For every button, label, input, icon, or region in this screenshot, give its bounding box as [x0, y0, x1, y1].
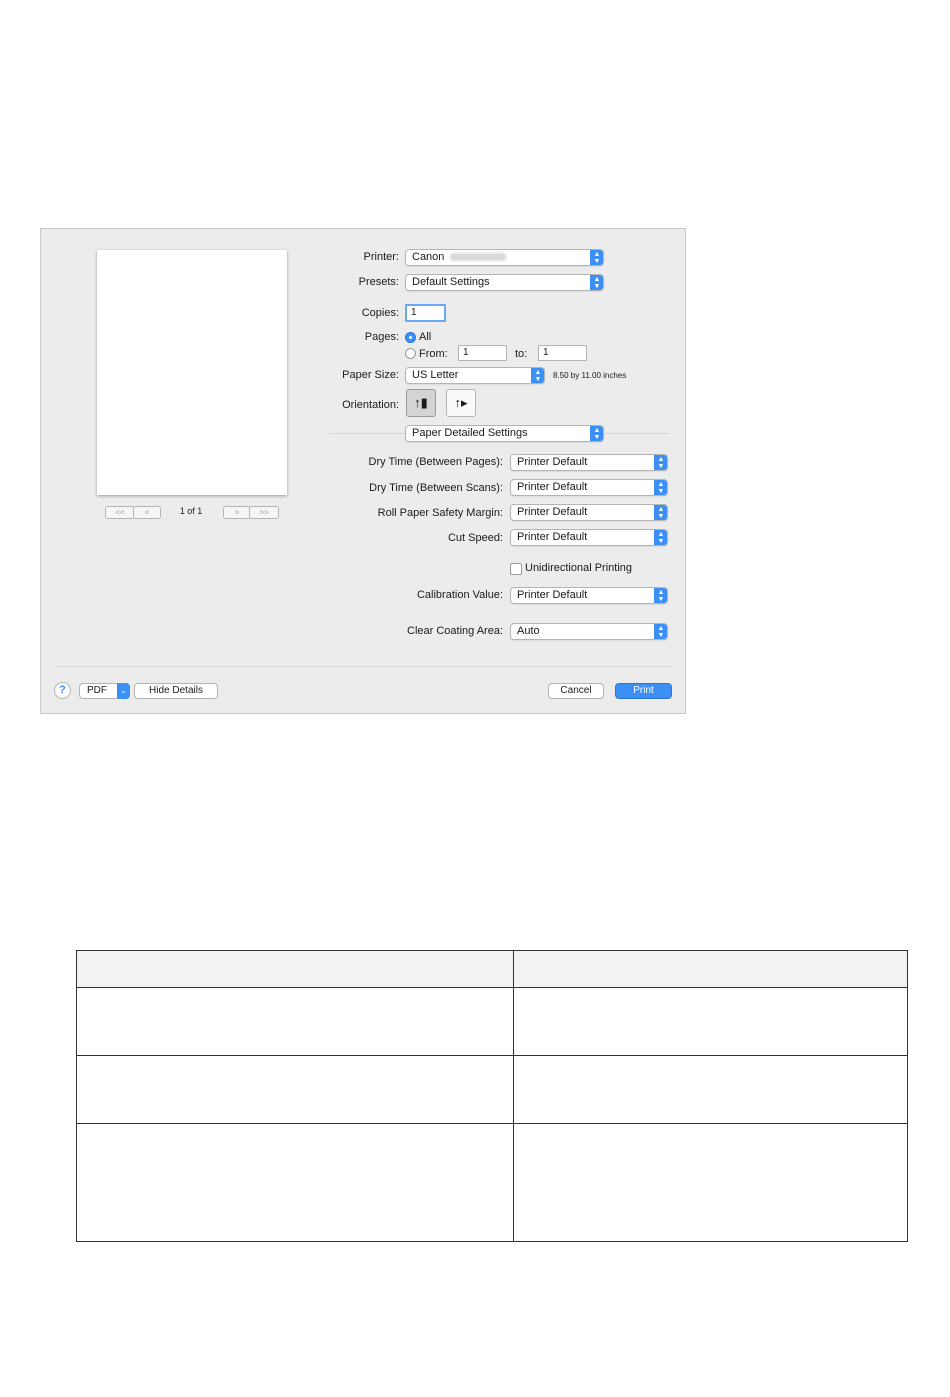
unidirectional-checkbox[interactable]	[510, 563, 522, 575]
table-row	[76, 1055, 908, 1124]
chevron-updown-icon: ▲ ▼	[654, 624, 667, 639]
first-page-button[interactable]: <<	[105, 506, 135, 519]
dry-time-scans-label: Dry Time (Between Scans):	[369, 482, 503, 494]
chevron-updown-icon: ▲ ▼	[654, 588, 667, 603]
print-button[interactable]: Print	[615, 683, 672, 699]
copies-label: Copies:	[361, 307, 399, 319]
printer-select[interactable]: Canon ▲ ▼	[405, 249, 604, 266]
printer-label: Printer:	[363, 251, 399, 263]
orientation-label: Orientation:	[342, 399, 399, 411]
hide-details-button[interactable]: Hide Details	[134, 683, 218, 699]
chevron-updown-icon: ▲ ▼	[654, 505, 667, 520]
roll-paper-margin-label: Roll Paper Safety Margin:	[377, 507, 503, 519]
presets-label: Presets:	[358, 276, 399, 288]
last-page-button[interactable]: >>	[249, 506, 279, 519]
pages-from-label: From:	[419, 348, 448, 360]
panel-selector-value: Paper Detailed Settings	[412, 427, 528, 439]
pages-to-input[interactable]: 1	[538, 345, 587, 361]
panel-selector[interactable]: Paper Detailed Settings ▲ ▼	[405, 425, 604, 442]
dry-time-scans-select[interactable]: Printer Default ▲ ▼	[510, 479, 668, 496]
calibration-value: Printer Default	[517, 589, 588, 601]
table-cell	[513, 1123, 908, 1242]
paper-dimensions: 8.50 by 11.00 inches	[553, 371, 627, 380]
page-indicator: 1 of 1	[179, 506, 203, 516]
page-preview	[97, 250, 287, 495]
table-cell	[513, 987, 908, 1056]
roll-paper-margin-select[interactable]: Printer Default ▲ ▼	[510, 504, 668, 521]
clear-coating-select[interactable]: Auto ▲ ▼	[510, 623, 668, 640]
previous-page-button[interactable]: <	[133, 506, 161, 519]
chevron-updown-icon: ▲ ▼	[654, 480, 667, 495]
clear-coating-label: Clear Coating Area:	[407, 625, 503, 637]
table-header-row	[76, 950, 908, 988]
pages-label: Pages:	[364, 331, 399, 343]
orientation-portrait-button[interactable]: ↑▮	[406, 389, 436, 417]
cancel-button[interactable]: Cancel	[548, 683, 604, 699]
printer-model-redacted	[450, 253, 507, 262]
table-cell	[513, 1055, 908, 1124]
copies-input[interactable]: 1	[405, 304, 446, 322]
next-page-button[interactable]: >	[223, 506, 251, 519]
cut-speed-label: Cut Speed:	[447, 532, 503, 544]
pages-to-label: to:	[515, 348, 528, 360]
chevron-updown-icon: ▲ ▼	[590, 250, 603, 265]
printer-value: Canon	[412, 251, 445, 263]
table-row	[76, 1123, 908, 1242]
table-cell	[76, 987, 514, 1056]
chevron-updown-icon: ▲ ▼	[654, 455, 667, 470]
chevron-down-icon: ⌄	[117, 683, 130, 699]
dry-time-pages-select[interactable]: Printer Default ▲ ▼	[510, 454, 668, 471]
pages-from-input[interactable]: 1	[458, 345, 507, 361]
table-header-cell	[76, 950, 514, 988]
paper-size-select[interactable]: US Letter ▲ ▼	[405, 367, 545, 384]
table-header-cell	[513, 950, 908, 988]
cut-speed-select[interactable]: Printer Default ▲ ▼	[510, 529, 668, 546]
table-row	[76, 987, 908, 1056]
dry-time-scans-value: Printer Default	[517, 481, 588, 493]
dry-time-pages-label: Dry Time (Between Pages):	[368, 456, 504, 468]
dry-time-pages-value: Printer Default	[517, 456, 588, 468]
print-dialog: << < 1 of 1 > >> Printer: Canon ▲ ▼ Prese…	[40, 228, 686, 714]
roll-paper-margin-value: Printer Default	[517, 506, 588, 518]
clear-coating-value: Auto	[517, 625, 540, 637]
unidirectional-label: Unidirectional Printing	[525, 562, 632, 574]
presets-select[interactable]: Default Settings ▲ ▼	[405, 274, 604, 291]
footer-divider	[55, 666, 673, 667]
table-cell	[76, 1123, 514, 1242]
calibration-label: Calibration Value:	[416, 589, 503, 601]
chevron-updown-icon: ▲ ▼	[654, 530, 667, 545]
document-table	[76, 950, 908, 1242]
paper-size-label: Paper Size:	[342, 369, 399, 381]
orientation-landscape-button[interactable]: ↑▸	[446, 389, 476, 417]
table-cell	[76, 1055, 514, 1124]
pages-all-radio[interactable]	[405, 332, 416, 343]
pages-all-label: All	[419, 331, 432, 343]
chevron-updown-icon: ▲ ▼	[590, 275, 603, 290]
pdf-label: PDF	[87, 685, 107, 696]
chevron-updown-icon: ▲ ▼	[531, 368, 544, 383]
presets-value: Default Settings	[412, 276, 490, 288]
help-icon[interactable]: ?	[54, 682, 71, 699]
pdf-menu-button[interactable]: PDF ⌄	[79, 683, 130, 699]
chevron-updown-icon: ▲ ▼	[590, 426, 603, 441]
calibration-select[interactable]: Printer Default ▲ ▼	[510, 587, 668, 604]
pages-from-radio[interactable]	[405, 348, 416, 359]
paper-size-value: US Letter	[412, 369, 459, 381]
cut-speed-value: Printer Default	[517, 531, 588, 543]
landscape-person-icon: ↑▸	[454, 395, 468, 410]
portrait-person-icon: ↑▮	[414, 395, 428, 410]
